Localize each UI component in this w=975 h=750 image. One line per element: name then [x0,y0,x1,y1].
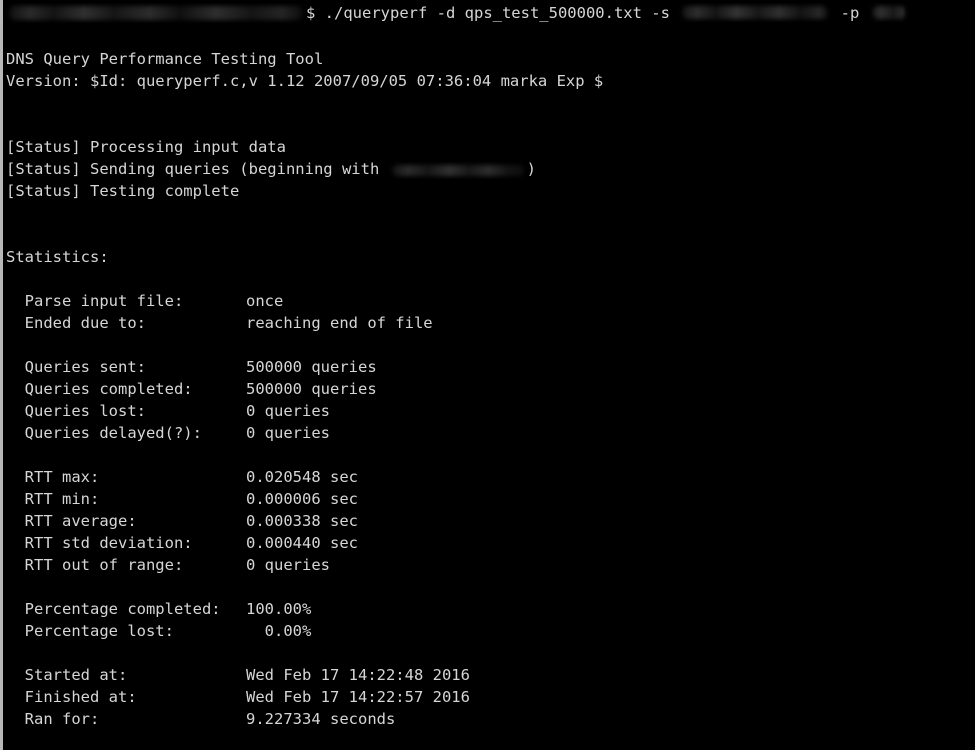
stat-label: RTT out of range: [6,556,184,574]
stat-label: Parse input file: [6,292,184,310]
stat-label: Queries completed: [6,380,193,398]
redacted-port [868,3,909,22]
prompt-symbol: $ [306,4,316,22]
redacted-server-address [679,3,832,22]
stat-row-started-at: Started at: Wed Feb 17 14:22:48 2016 [0,664,975,686]
stat-label: Percentage completed: [6,600,221,618]
tool-title: DNS Query Performance Testing Tool [6,50,324,68]
stat-value: once [246,292,284,310]
stat-value: 500000 queries [246,380,377,398]
stat-label: Finished at: [6,688,137,706]
stat-value: 0.000338 sec [246,512,358,530]
stat-row-percentage-lost: Percentage lost: 0.00% [0,620,975,642]
stat-value: 500000 queries [246,358,377,376]
redacted-query-domain [388,162,527,179]
stat-row-rtt-out-of-range: RTT out of range: 0 queries [0,554,975,576]
stat-row-queries-sent: Queries sent: 500000 queries [0,356,975,378]
stat-value: 0 queries [246,424,330,442]
status-line-sending: [Status] Sending queries (beginning with… [0,158,975,180]
stat-row-queries-delayed: Queries delayed(?): 0 queries [0,422,975,444]
stat-value: 0 queries [246,556,330,574]
stat-label: Percentage lost: [6,622,174,640]
stat-label: Ended due to: [6,314,146,332]
stat-row-percentage-completed: Percentage completed: 100.00% [0,598,975,620]
stat-label: Queries delayed(?): [6,424,202,442]
status-text-after: ) [526,160,536,178]
command-prompt-line[interactable]: $ ./queryperf -d qps_test_500000.txt -s … [0,0,975,26]
stat-label: RTT min: [6,490,100,508]
redacted-user-host [6,2,306,23]
stat-row-finished-at: Finished at: Wed Feb 17 14:22:57 2016 [0,686,975,708]
stat-value: 100.00% [246,600,312,618]
stat-label: RTT max: [6,468,100,486]
stat-row-parse-input-file: Parse input file: once [0,290,975,312]
stat-label: RTT std deviation: [6,534,193,552]
stat-value: 0.00% [246,622,312,640]
stat-row-rtt-max: RTT max: 0.020548 sec [0,466,975,488]
stat-value: reaching end of file [246,314,433,332]
stat-value: 0 queries [246,402,330,420]
stat-row-ran-for: Ran for: 9.227334 seconds [0,708,975,730]
stat-row-rtt-std-deviation: RTT std deviation: 0.000440 sec [0,532,975,554]
stat-label: Queries sent: [6,358,146,376]
port-flag: -p [831,4,869,22]
stat-value: 0.000440 sec [246,534,358,552]
stat-label: Queries lost: [6,402,146,420]
stat-value: 9.227334 seconds [246,710,396,728]
stat-value: Wed Feb 17 14:22:57 2016 [246,688,470,706]
stat-row-rtt-average: RTT average: 0.000338 sec [0,510,975,532]
status-tag: [Status] [6,182,81,200]
stat-value: 0.000006 sec [246,490,358,508]
tool-version: Version: $Id: queryperf.c,v 1.12 2007/09… [6,72,604,90]
stat-row-ended-due-to: Ended due to: reaching end of file [0,312,975,334]
status-text: Testing complete [80,182,240,200]
stat-value: 0.020548 sec [246,468,358,486]
stat-label: Ran for: [6,710,100,728]
status-text-before: Sending queries (beginning with [80,160,389,178]
stat-row-rtt-min: RTT min: 0.000006 sec [0,488,975,510]
status-line-processing: [Status] Processing input data [0,136,975,158]
status-line-complete: [Status] Testing complete [0,180,975,202]
window-left-border [0,0,3,750]
terminal-screen: qps.sh qps_test_1000000.txt qps_test_100… [0,0,975,750]
stat-label: Started at: [6,666,128,684]
stat-row-queries-completed: Queries completed: 500000 queries [0,378,975,400]
command-text: ./queryperf -d qps_test_500000.txt -s [315,4,680,22]
status-tag: [Status] [6,138,81,156]
statistics-heading: Statistics: [6,248,109,266]
stat-row-queries-lost: Queries lost: 0 queries [0,400,975,422]
stat-value: Wed Feb 17 14:22:48 2016 [246,666,470,684]
status-tag: [Status] [6,160,81,178]
stat-label: RTT average: [6,512,137,530]
status-text: Processing input data [80,138,286,156]
terminal-window[interactable]: qps.sh qps_test_1000000.txt qps_test_100… [0,0,975,750]
